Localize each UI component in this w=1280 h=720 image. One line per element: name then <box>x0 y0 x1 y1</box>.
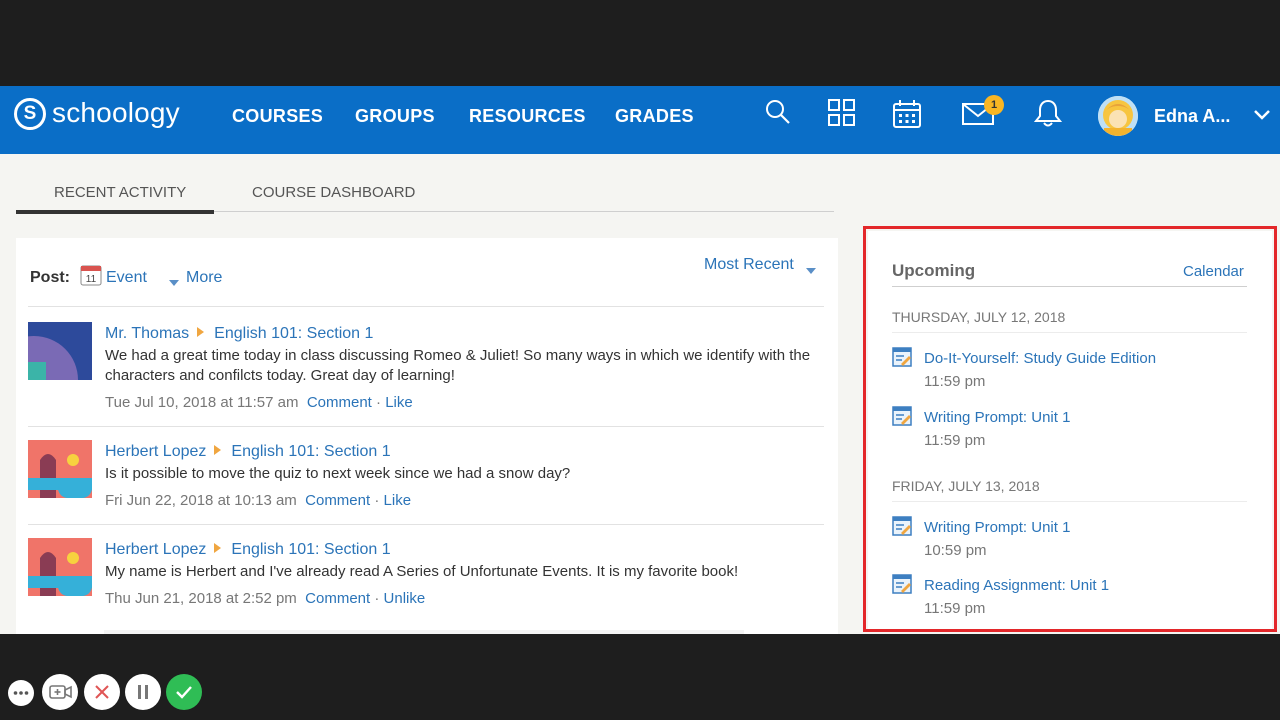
post-author-link[interactable]: Herbert Lopez <box>105 541 206 558</box>
post-timestamp: Tue Jul 10, 2018 at 11:57 am <box>105 394 299 411</box>
post-event-button[interactable]: Event <box>106 269 147 287</box>
chevron-down-icon[interactable] <box>1252 104 1272 129</box>
upcoming-item-link[interactable]: Reading Assignment: Unit 1 <box>924 577 1109 594</box>
post-header: Herbert Lopez English 101: Section 1 <box>105 541 391 559</box>
event-calendar-icon[interactable]: 11 <box>80 264 102 291</box>
feed-item: Herbert Lopez English 101: Section 1 Is i… <box>28 440 824 520</box>
top-nav-bar: S schoology COURSES GROUPS RESOURCES GRA… <box>0 86 1280 154</box>
feed-divider <box>28 524 824 525</box>
post-thumbnail <box>28 322 92 380</box>
post-meta: Tue Jul 10, 2018 at 11:57 am Comment · L… <box>105 394 413 411</box>
mail-icon[interactable]: 1 <box>958 95 1004 134</box>
nav-courses[interactable]: COURSES <box>232 106 323 127</box>
post-timestamp: Thu Jun 21, 2018 at 2:52 pm <box>105 590 297 607</box>
webcam-icon[interactable] <box>42 674 78 710</box>
active-tab-indicator <box>16 210 214 214</box>
schoology-logo-text[interactable]: schoology <box>52 96 180 130</box>
nav-groups[interactable]: GROUPS <box>355 106 435 127</box>
post-course-link[interactable]: English 101: Section 1 <box>214 325 373 342</box>
schoology-logo-icon[interactable]: S <box>14 98 46 130</box>
assignment-icon <box>892 574 912 599</box>
upcoming-item-time: 11:59 pm <box>924 432 986 449</box>
calendar-day-label: 11 <box>86 274 97 285</box>
search-icon[interactable] <box>758 98 798 134</box>
post-text: Is it possible to move the quiz to next … <box>105 465 571 482</box>
post-thumbnail <box>28 440 92 498</box>
tab-course-dashboard[interactable]: COURSE DASHBOARD <box>252 184 415 201</box>
feed-divider <box>28 306 824 307</box>
pause-icon[interactable] <box>125 674 161 710</box>
browser-content: S schoology COURSES GROUPS RESOURCES GRA… <box>0 86 1280 634</box>
upcoming-divider <box>892 286 1247 287</box>
like-summary-bar <box>104 630 744 634</box>
assignment-icon <box>892 406 912 431</box>
post-author-link[interactable]: Herbert Lopez <box>105 443 206 460</box>
feed-item: Herbert Lopez English 101: Section 1 My n… <box>28 538 824 634</box>
post-label: Post: <box>30 269 70 286</box>
upcoming-item-link[interactable]: Writing Prompt: Unit 1 <box>924 519 1070 536</box>
upcoming-item-time: 11:59 pm <box>924 600 986 617</box>
caret-down-icon[interactable] <box>168 274 180 292</box>
date-divider <box>892 501 1247 502</box>
upcoming-title: Upcoming <box>892 261 976 280</box>
user-name[interactable]: Edna A... <box>1154 106 1230 127</box>
post-thumbnail <box>28 538 92 596</box>
nav-resources[interactable]: RESOURCES <box>469 106 586 127</box>
upcoming-item-link[interactable]: Do-It-Yourself: Study Guide Edition <box>924 350 1156 367</box>
assignment-icon <box>892 516 912 541</box>
comment-link[interactable]: Comment <box>305 492 370 509</box>
nav-grades[interactable]: GRADES <box>615 106 694 127</box>
upcoming-item-link[interactable]: Writing Prompt: Unit 1 <box>924 409 1070 426</box>
post-author-link[interactable]: Mr. Thomas <box>105 325 189 342</box>
upcoming-item-time: 10:59 pm <box>924 542 987 559</box>
date-divider <box>892 332 1247 333</box>
cancel-icon[interactable] <box>84 674 120 710</box>
post-timestamp: Fri Jun 22, 2018 at 10:13 am <box>105 492 297 509</box>
post-header: Mr. Thomas English 101: Section 1 <box>105 325 373 343</box>
avatar[interactable] <box>1098 96 1138 136</box>
upcoming-panel: Upcoming Calendar THURSDAY, JULY 12, 201… <box>868 231 1272 629</box>
mail-badge: 1 <box>984 95 1004 115</box>
arrow-right-icon <box>214 543 222 553</box>
sort-caret-icon[interactable] <box>806 262 816 280</box>
like-link[interactable]: Like <box>385 394 413 411</box>
activity-feed: Post: 11 Event More Most Recent Mr. Thom… <box>16 238 838 634</box>
sort-dropdown[interactable]: Most Recent <box>704 256 794 274</box>
post-header: Herbert Lopez English 101: Section 1 <box>105 443 391 461</box>
post-course-link[interactable]: English 101: Section 1 <box>231 443 390 460</box>
upcoming-date: THURSDAY, JULY 12, 2018 <box>892 309 1066 325</box>
bell-icon[interactable] <box>1028 98 1068 134</box>
post-course-link[interactable]: English 101: Section 1 <box>231 541 390 558</box>
arrow-right-icon <box>214 445 222 455</box>
assignment-icon <box>892 347 912 372</box>
post-meta: Thu Jun 21, 2018 at 2:52 pm Comment · Un… <box>105 590 426 607</box>
tab-recent-activity[interactable]: RECENT ACTIVITY <box>54 184 186 201</box>
upcoming-date: FRIDAY, JULY 13, 2018 <box>892 478 1040 494</box>
unlike-link[interactable]: Unlike <box>384 590 426 607</box>
feed-divider <box>28 426 824 427</box>
grid-icon[interactable] <box>822 98 862 134</box>
calendar-link[interactable]: Calendar <box>1183 263 1244 280</box>
comment-link[interactable]: Comment <box>305 590 370 607</box>
done-icon[interactable] <box>166 674 202 710</box>
calendar-icon[interactable] <box>887 98 927 134</box>
post-text: We had a great time today in class discu… <box>105 347 811 384</box>
upcoming-item-time: 11:59 pm <box>924 373 986 390</box>
like-link[interactable]: Like <box>384 492 412 509</box>
more-icon[interactable] <box>8 680 34 706</box>
post-text: My name is Herbert and I've already read… <box>105 563 739 580</box>
feed-item: Mr. Thomas English 101: Section 1 We had … <box>28 322 824 414</box>
post-more-button[interactable]: More <box>186 269 222 287</box>
comment-link[interactable]: Comment <box>307 394 372 411</box>
arrow-right-icon <box>197 327 205 337</box>
post-meta: Fri Jun 22, 2018 at 10:13 am Comment · L… <box>105 492 412 509</box>
